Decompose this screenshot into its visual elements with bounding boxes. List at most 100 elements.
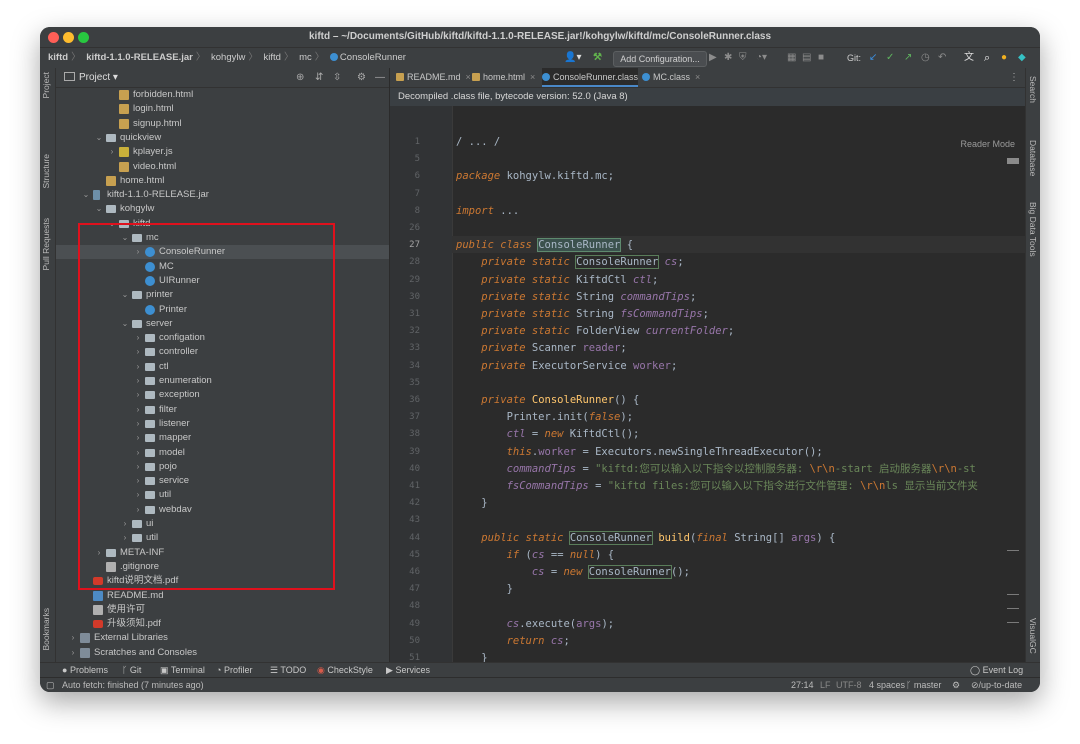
code-line[interactable]: import ... [456, 203, 1025, 220]
tree-item[interactable]: login.html [56, 102, 389, 116]
profile-icon[interactable]: ◔▾ [756, 48, 767, 68]
breadcrumb-item[interactable]: kiftd [48, 52, 68, 63]
chevron-right-icon[interactable]: › [107, 145, 117, 159]
expand-all-icon[interactable]: ⇵ [315, 68, 323, 87]
code-line[interactable]: private ExecutorService worker; [456, 358, 1025, 375]
code-line[interactable] [456, 512, 1025, 529]
code-line[interactable]: cs = new ConsoleRunner(); [456, 564, 1025, 581]
tree-item[interactable]: ⌄ kohgylw [56, 202, 389, 216]
event-log-button[interactable]: ◯ Event Log [970, 663, 1023, 678]
code-line[interactable]: / ... / [456, 134, 1025, 151]
layout-icon[interactable]: ▤ [802, 48, 811, 68]
breadcrumb-item[interactable]: ConsoleRunner [340, 52, 406, 63]
more-tabs-icon[interactable]: ⋮ [1009, 68, 1019, 87]
code-line[interactable]: fsCommandTips = "kiftd files:您可以输入以下指令进行… [456, 478, 1025, 495]
code-line[interactable]: return cs; [456, 633, 1025, 650]
close-tab-icon[interactable]: × [695, 72, 700, 82]
panel-toggle-icon[interactable]: ▢ [46, 678, 55, 692]
code-line[interactable]: if (cs == null) { [456, 547, 1025, 564]
code-line[interactable]: public class ConsoleRunner { [456, 237, 1025, 254]
code-line[interactable]: package kohgylw.kiftd.mc; [456, 168, 1025, 185]
code-line[interactable]: } [456, 495, 1025, 512]
code-line[interactable]: commandTips = "kiftd:您可以输入以下指令以控制服务器: \r… [456, 461, 1025, 478]
run-configuration-dropdown[interactable]: Add Configuration... [613, 51, 707, 67]
code-line[interactable]: } [456, 581, 1025, 598]
code-line[interactable]: this.worker = Executors.newSingleThreadE… [456, 444, 1025, 461]
structure-tool-button[interactable]: Structure [41, 154, 51, 189]
hide-icon[interactable]: — [375, 68, 385, 87]
code-line[interactable]: private Scanner reader; [456, 340, 1025, 357]
breadcrumb-item[interactable]: kiftd [264, 52, 281, 63]
editor-tab[interactable]: ConsoleRunner.class× [542, 68, 648, 87]
close-tab-icon[interactable]: × [466, 72, 471, 82]
breadcrumb-item[interactable]: kiftd-1.1.0-RELEASE.jar [86, 52, 193, 63]
tree-item[interactable]: signup.html [56, 117, 389, 131]
git-tool-button[interactable]: ᚴ Git [122, 663, 141, 678]
rollback-icon[interactable]: ↶ [938, 48, 946, 68]
git-branch[interactable]: ᚴ master [906, 678, 941, 692]
code-line[interactable]: private static FolderView currentFolder; [456, 323, 1025, 340]
project-tool-button[interactable]: Project [41, 72, 51, 98]
tree-item[interactable]: forbidden.html [56, 88, 389, 102]
code-line[interactable]: private ConsoleRunner() { [456, 392, 1025, 409]
tree-item[interactable]: ⌄ kiftd-1.1.0-RELEASE.jar [56, 188, 389, 202]
services-tool-button[interactable]: ▶ Services [386, 663, 430, 678]
code-line[interactable]: cs.execute(args); [456, 616, 1025, 633]
search-icon[interactable]: ⌕ [984, 48, 990, 68]
editor-tab[interactable]: MC.class × [642, 68, 702, 87]
indent-setting[interactable]: 4 spaces [869, 678, 905, 692]
translate-icon[interactable]: 文 [964, 48, 974, 68]
code-line[interactable]: private static String commandTips; [456, 289, 1025, 306]
breadcrumb-item[interactable]: kohgylw [211, 52, 245, 63]
locate-icon[interactable]: ⊕ [296, 68, 304, 87]
history-icon[interactable]: ◷ [921, 48, 930, 68]
user-icon[interactable]: 👤▾ [564, 48, 581, 68]
code-line[interactable] [456, 598, 1025, 615]
caret-position[interactable]: 27:14 [791, 678, 814, 692]
code-line[interactable]: private static ConsoleRunner cs; [456, 254, 1025, 271]
inspection-icon[interactable]: ⚙ [952, 678, 960, 692]
file-encoding[interactable]: UTF-8 [836, 678, 862, 692]
minimize-window-button[interactable] [63, 32, 74, 43]
chevron-down-icon[interactable]: ⌄ [94, 131, 104, 145]
code-line[interactable]: Printer.init(false); [456, 409, 1025, 426]
big-data-tools-button[interactable]: Big Data Tools [1028, 202, 1038, 257]
gear-icon[interactable]: ⚙ [357, 68, 366, 87]
line-separator[interactable]: LF [820, 678, 831, 692]
terminal-tool-button[interactable]: ▣ Terminal [160, 663, 205, 678]
database-tool-button[interactable]: Database [1028, 140, 1038, 176]
code-line[interactable]: private static String fsCommandTips; [456, 306, 1025, 323]
chevron-right-icon[interactable]: › [68, 646, 78, 660]
visualgc-tool-button[interactable]: VisualGC [1028, 618, 1038, 654]
git-push-icon[interactable]: ↗ [904, 48, 912, 68]
run-icon[interactable]: ▶ [709, 48, 717, 68]
build-hammer-icon[interactable]: ⚒ [593, 48, 602, 68]
code-line[interactable] [456, 151, 1025, 168]
tree-item[interactable]: README.md [56, 589, 389, 603]
editor-tab[interactable]: README.md × [396, 68, 471, 87]
tree-item[interactable]: ⌄ quickview [56, 131, 389, 145]
chevron-right-icon[interactable]: › [68, 631, 78, 645]
breadcrumb-item[interactable]: mc [299, 52, 312, 63]
editor-tab[interactable]: home.html × [472, 68, 538, 87]
pull-requests-tool-button[interactable]: Pull Requests [41, 218, 51, 270]
todo-tool-button[interactable]: ☰ TODO [270, 663, 306, 678]
profiler-tool-button[interactable]: ◔ Profiler [216, 663, 252, 678]
debug-icon[interactable]: ✱ [724, 48, 732, 68]
checkstyle-tool-button[interactable]: ◉ CheckStyle [317, 663, 373, 678]
git-commit-icon[interactable]: ✓ [886, 48, 894, 68]
code-line[interactable] [456, 186, 1025, 203]
bookmarks-tool-button[interactable]: Bookmarks [41, 608, 51, 651]
git-update-icon[interactable]: ↙ [869, 48, 877, 68]
code-line[interactable] [456, 220, 1025, 237]
plugin-icon[interactable]: ◆ [1018, 48, 1026, 68]
problems-tool-button[interactable]: ● Problems [62, 663, 108, 678]
tree-item[interactable]: video.html [56, 160, 389, 174]
chevron-down-icon[interactable]: ⌄ [81, 188, 91, 202]
chevron-down-icon[interactable]: ⌄ [94, 202, 104, 216]
tree-item[interactable]: › kplayer.js [56, 145, 389, 159]
update-icon[interactable]: ● [1001, 48, 1007, 68]
project-view-selector[interactable]: Project ▾ [64, 68, 118, 87]
code-editor[interactable]: Reader Mode 1/ ... /5 6 package kohgylw.ki… [390, 106, 1025, 667]
code-line[interactable]: public static ConsoleRunner build(final … [456, 530, 1025, 547]
